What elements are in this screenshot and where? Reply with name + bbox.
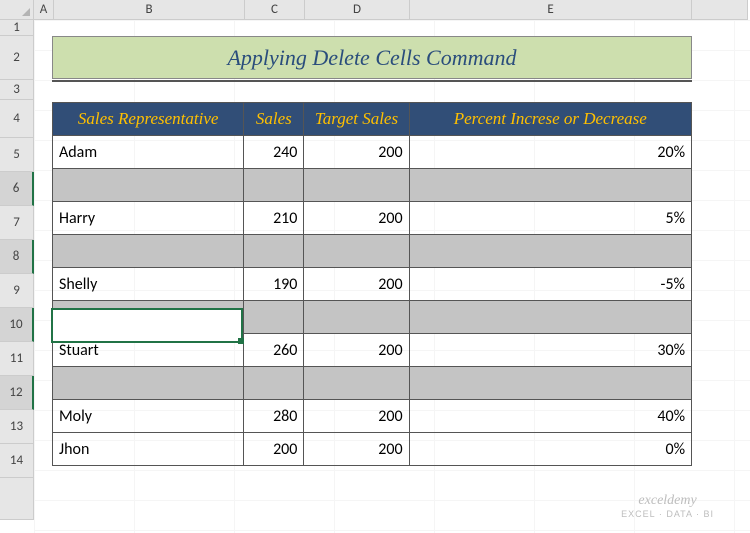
column-header-A[interactable]: A bbox=[34, 0, 54, 20]
cell-name[interactable]: Adam bbox=[53, 136, 244, 169]
row-header-12[interactable]: 12 bbox=[0, 376, 34, 410]
table-row bbox=[53, 301, 692, 334]
row-header-11[interactable]: 11 bbox=[0, 342, 34, 376]
row-headers: 1234567891011121314 bbox=[0, 20, 34, 520]
cell-pct[interactable] bbox=[409, 235, 691, 268]
cell-name[interactable] bbox=[53, 301, 244, 334]
row-header-1[interactable]: 1 bbox=[0, 20, 34, 36]
row-header-4[interactable]: 4 bbox=[0, 100, 34, 138]
cell-name[interactable]: Shelly bbox=[53, 268, 244, 301]
row-header-2[interactable]: 2 bbox=[0, 36, 34, 80]
column-header-C[interactable]: C bbox=[245, 0, 305, 20]
cell-pct[interactable] bbox=[409, 169, 691, 202]
cell-target[interactable]: 200 bbox=[304, 202, 409, 235]
cell-pct[interactable]: 40% bbox=[409, 400, 691, 433]
row-header-13[interactable]: 13 bbox=[0, 410, 34, 444]
table-row: Shelly190200-5% bbox=[53, 268, 692, 301]
column-header-blank[interactable] bbox=[692, 0, 748, 20]
cell-pct[interactable] bbox=[409, 367, 691, 400]
table-row bbox=[53, 367, 692, 400]
row-header-8[interactable]: 8 bbox=[0, 240, 34, 274]
table-body: Adam24020020%Harry2102005%Shelly190200-5… bbox=[53, 136, 692, 466]
cell-target[interactable]: 200 bbox=[304, 334, 409, 367]
cell-target[interactable]: 200 bbox=[304, 433, 409, 466]
cell-name[interactable] bbox=[53, 235, 244, 268]
cell-target[interactable] bbox=[304, 367, 409, 400]
header-pct[interactable]: Percent Increse or Decrease bbox=[409, 103, 691, 136]
cell-name[interactable]: Stuart bbox=[53, 334, 244, 367]
cell-sales[interactable]: 260 bbox=[244, 334, 304, 367]
cell-pct[interactable] bbox=[409, 301, 691, 334]
cell-name[interactable] bbox=[53, 169, 244, 202]
cell-target[interactable] bbox=[304, 235, 409, 268]
cell-sales[interactable]: 210 bbox=[244, 202, 304, 235]
table-row: Stuart26020030% bbox=[53, 334, 692, 367]
row-header-10[interactable]: 10 bbox=[0, 308, 34, 342]
cell-target[interactable] bbox=[304, 169, 409, 202]
cell-target[interactable] bbox=[304, 301, 409, 334]
row-header-3[interactable]: 3 bbox=[0, 80, 34, 100]
cell-sales[interactable] bbox=[244, 235, 304, 268]
row-header-5[interactable]: 5 bbox=[0, 138, 34, 172]
table-row: Adam24020020% bbox=[53, 136, 692, 169]
row-header-blank[interactable] bbox=[0, 478, 34, 520]
table-row bbox=[53, 169, 692, 202]
column-header-B[interactable]: B bbox=[54, 0, 245, 20]
column-header-D[interactable]: D bbox=[305, 0, 410, 20]
spreadsheet-area: ABCDE 1234567891011121314 Applying Delet… bbox=[0, 0, 750, 533]
cell-sales[interactable] bbox=[244, 301, 304, 334]
row-header-6[interactable]: 6 bbox=[0, 172, 34, 206]
row-header-7[interactable]: 7 bbox=[0, 206, 34, 240]
cell-sales[interactable]: 190 bbox=[244, 268, 304, 301]
header-sales-rep[interactable]: Sales Representative bbox=[53, 103, 244, 136]
grid-body[interactable]: Applying Delete Cells Command Sales Repr… bbox=[34, 20, 750, 533]
table-row: Jhon2002000% bbox=[53, 433, 692, 466]
cell-target[interactable]: 200 bbox=[304, 136, 409, 169]
cell-name[interactable]: Moly bbox=[53, 400, 244, 433]
cell-sales[interactable] bbox=[244, 169, 304, 202]
column-header-E[interactable]: E bbox=[410, 0, 692, 20]
cell-name[interactable]: Jhon bbox=[53, 433, 244, 466]
cell-sales[interactable] bbox=[244, 367, 304, 400]
cell-name[interactable] bbox=[53, 367, 244, 400]
table-row bbox=[53, 235, 692, 268]
row-header-9[interactable]: 9 bbox=[0, 274, 34, 308]
select-all-corner[interactable] bbox=[0, 0, 34, 20]
column-headers: ABCDE bbox=[0, 0, 748, 20]
table-row: Moly28020040% bbox=[53, 400, 692, 433]
header-target[interactable]: Target Sales bbox=[304, 103, 409, 136]
cell-sales[interactable]: 240 bbox=[244, 136, 304, 169]
cell-pct[interactable]: -5% bbox=[409, 268, 691, 301]
table-header-row: Sales Representative Sales Target Sales … bbox=[53, 103, 692, 136]
cell-target[interactable]: 200 bbox=[304, 268, 409, 301]
cell-name[interactable]: Harry bbox=[53, 202, 244, 235]
page-title: Applying Delete Cells Command bbox=[52, 36, 692, 78]
cell-sales[interactable]: 200 bbox=[244, 433, 304, 466]
table-row: Harry2102005% bbox=[53, 202, 692, 235]
row-header-14[interactable]: 14 bbox=[0, 444, 34, 478]
cell-sales[interactable]: 280 bbox=[244, 400, 304, 433]
data-table[interactable]: Sales Representative Sales Target Sales … bbox=[52, 102, 692, 466]
cell-target[interactable]: 200 bbox=[304, 400, 409, 433]
cell-pct[interactable]: 5% bbox=[409, 202, 691, 235]
header-sales[interactable]: Sales bbox=[244, 103, 304, 136]
cell-pct[interactable]: 20% bbox=[409, 136, 691, 169]
cell-pct[interactable]: 0% bbox=[409, 433, 691, 466]
title-underline bbox=[52, 78, 692, 82]
cell-pct[interactable]: 30% bbox=[409, 334, 691, 367]
